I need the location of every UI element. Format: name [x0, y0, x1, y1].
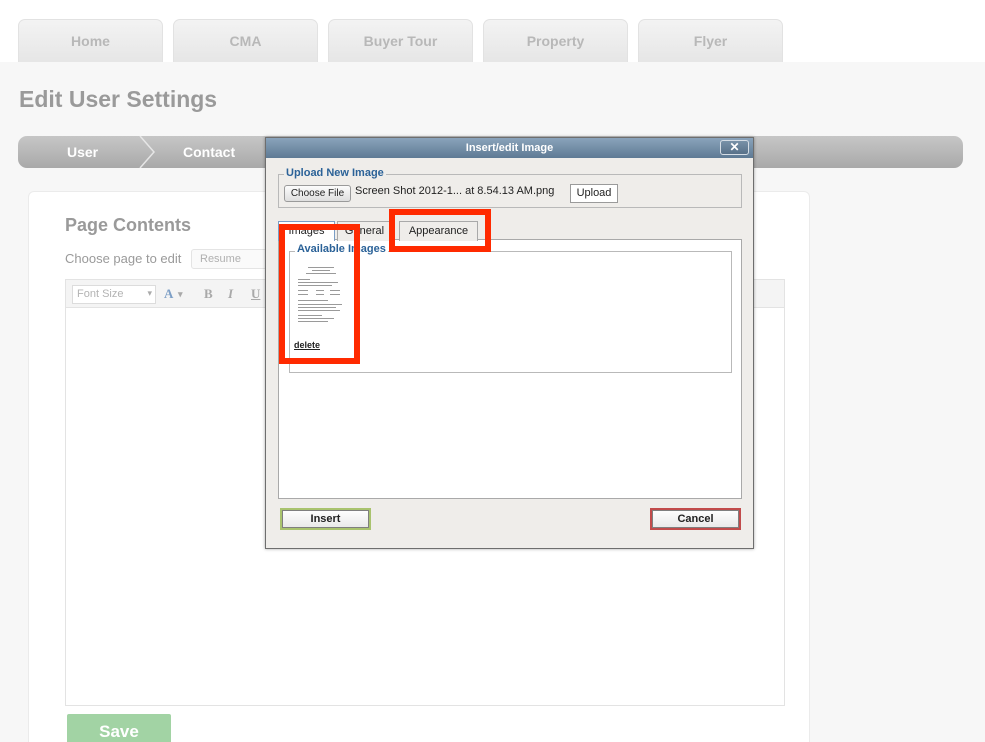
font-size-label: Font Size — [77, 288, 124, 300]
breadcrumb-separator-icon — [139, 136, 155, 168]
dialog-title: Insert/edit Image — [465, 142, 554, 154]
italic-icon[interactable]: I — [228, 286, 233, 302]
insert-button[interactable]: Insert — [280, 508, 371, 530]
font-size-select[interactable]: Font Size ▾ — [72, 285, 156, 304]
underline-icon[interactable]: U — [251, 286, 260, 302]
appearance-tab-highlight — [389, 209, 491, 252]
nav-tab-cma[interactable]: CMA — [173, 19, 318, 62]
font-color-icon[interactable]: A — [164, 286, 173, 302]
choose-page-label: Choose page to edit — [65, 251, 182, 266]
page-select[interactable]: Resume — [191, 249, 271, 269]
nav-tab-flyer[interactable]: Flyer — [638, 19, 783, 62]
image-thumbnail-highlight — [279, 224, 360, 364]
selected-file-name: Screen Shot 2012-1... at 8.54.13 AM.png — [355, 185, 555, 197]
breadcrumb-user[interactable]: User — [67, 136, 98, 168]
chevron-down-icon: ▾ — [147, 288, 152, 298]
nav-tab-buyer-tour[interactable]: Buyer Tour — [328, 19, 473, 62]
nav-tab-home[interactable]: Home — [18, 19, 163, 62]
cancel-button[interactable]: Cancel — [650, 508, 741, 530]
page-title: Edit User Settings — [19, 86, 218, 112]
save-button[interactable]: Save — [67, 714, 171, 742]
chevron-down-icon[interactable]: ▾ — [178, 289, 183, 300]
nav-tabs: Home CMA Buyer Tour Property Flyer — [18, 19, 783, 62]
breadcrumb-contact[interactable]: Contact — [183, 136, 235, 168]
choose-file-button[interactable]: Choose File — [284, 185, 351, 202]
upload-legend: Upload New Image — [284, 167, 386, 179]
bold-icon[interactable]: B — [204, 286, 213, 302]
close-icon[interactable]: ✕ — [720, 140, 749, 155]
top-navigation: Home CMA Buyer Tour Property Flyer — [0, 0, 985, 62]
dialog-titlebar[interactable]: Insert/edit Image — [266, 138, 753, 158]
section-title: Page Contents — [65, 215, 192, 235]
upload-button[interactable]: Upload — [570, 184, 618, 203]
nav-tab-property[interactable]: Property — [483, 19, 628, 62]
